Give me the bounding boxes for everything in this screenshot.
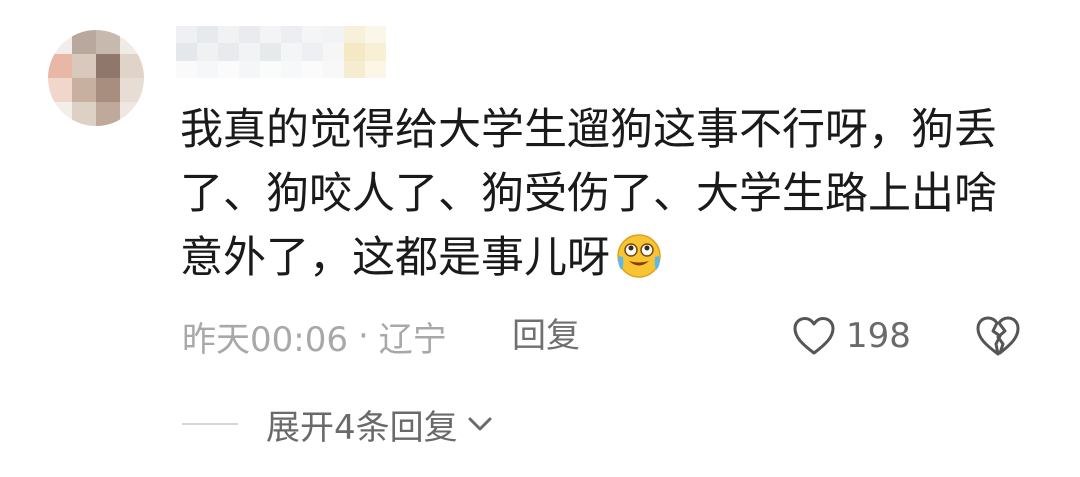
avatar[interactable] [48, 30, 144, 126]
expand-replies-button[interactable]: 展开4条回复 [182, 400, 494, 448]
like-button[interactable]: 198 [792, 312, 911, 360]
comment-text: 我真的觉得给大学生遛狗这事不行呀，狗丢了、狗咬人了、狗受伤了、大学生路上出啥意外… [180, 105, 997, 283]
comment-meta: 昨天00:06 · 辽宁 [182, 312, 447, 360]
reply-button[interactable]: 回复 [512, 312, 580, 360]
broken-heart-icon [976, 316, 1020, 356]
heart-outline-icon [793, 317, 835, 355]
dislike-button[interactable] [974, 314, 1022, 362]
meta-separator: · [357, 316, 369, 356]
like-count: 198 [846, 316, 911, 356]
divider-line [182, 423, 238, 425]
expand-replies-label: 展开4条回复 [266, 407, 458, 448]
comment-location: 辽宁 [378, 319, 447, 360]
comment-time: 昨天00:06 [182, 319, 348, 360]
username-blurred[interactable] [176, 26, 386, 78]
comment-body: 我真的觉得给大学生遛狗这事不行呀，狗丢了、狗咬人了、狗受伤了、大学生路上出啥意外… [180, 98, 1020, 290]
chevron-down-icon [468, 417, 492, 431]
crying-laughing-emoji-icon [617, 234, 661, 278]
